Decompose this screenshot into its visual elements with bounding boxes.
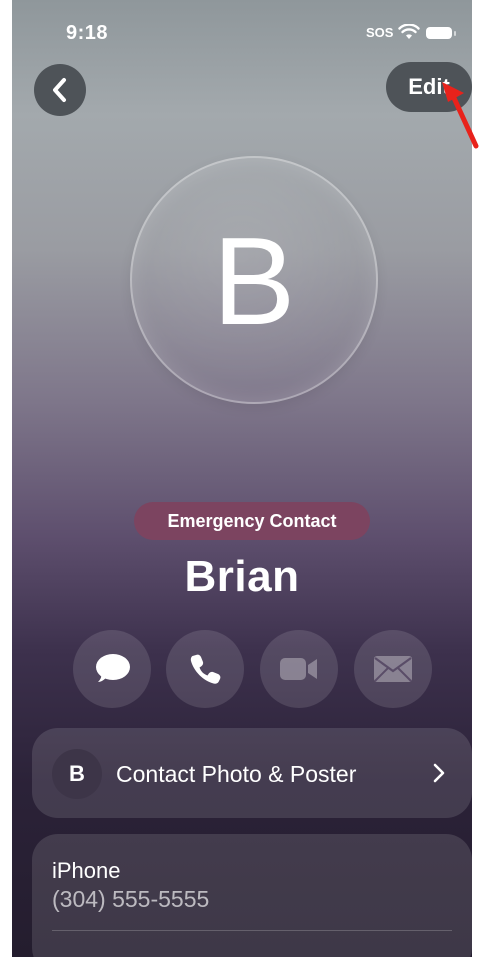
battery-icon [426,27,456,39]
divider [52,930,452,931]
contact-name: Brian [184,552,300,601]
mini-avatar: B [52,749,102,799]
status-bar: 9:18 SOS [12,0,472,60]
call-button[interactable] [166,630,244,708]
avatar-initial: B [212,213,296,351]
phone-number[interactable]: (304) 555-5555 [52,886,209,913]
contact-screen: 9:18 SOS Edit B Emergency Contact Brian [12,0,472,957]
chevron-left-icon [53,78,66,102]
video-icon [280,658,317,680]
phone-icon [190,654,221,684]
message-icon [96,654,130,682]
mail-button[interactable] [354,630,432,708]
status-time: 9:18 [66,22,109,44]
contact-photo-poster-label: Contact Photo & Poster [116,761,357,787]
emergency-contact-badge: Emergency Contact [134,502,370,540]
phone-card: iPhone (304) 555-5555 [32,834,472,957]
contact-photo-poster-row[interactable]: B Contact Photo & Poster [32,728,472,818]
wifi-icon [398,24,420,39]
message-button[interactable] [73,630,151,708]
chevron-right-icon [433,763,445,783]
sos-indicator: SOS [366,25,394,40]
annotation-arrow-icon [442,82,479,149]
mail-icon [374,656,412,682]
back-button[interactable] [34,64,86,116]
contact-avatar[interactable]: B [130,156,378,404]
video-button[interactable] [260,630,338,708]
phone-label: iPhone [52,858,121,883]
